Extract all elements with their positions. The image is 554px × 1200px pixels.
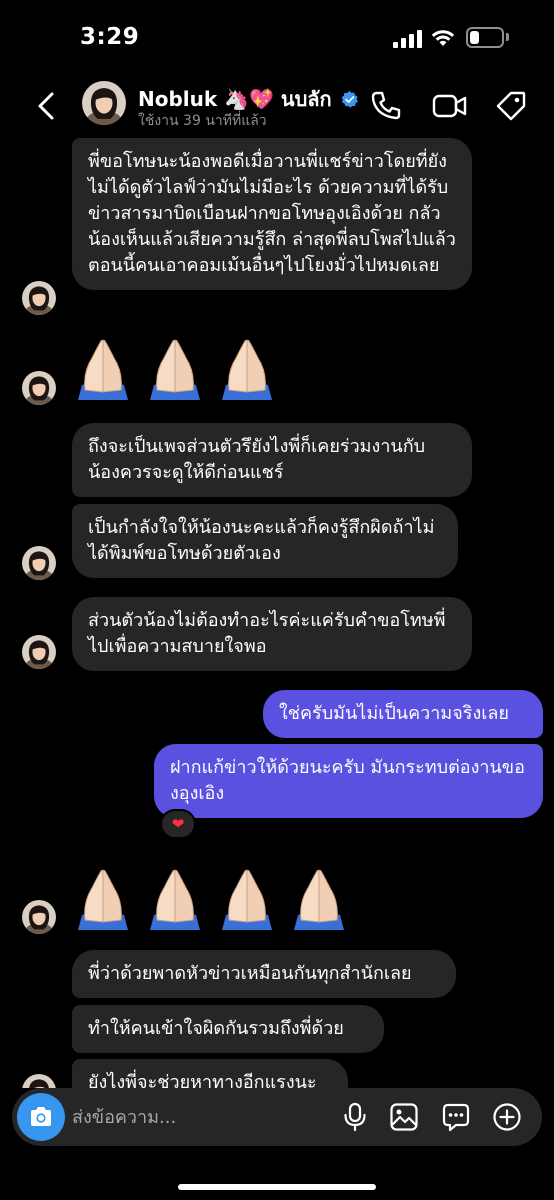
camera-icon: [31, 1107, 51, 1126]
incoming-message[interactable]: ยังไงพี่จะช่วยหาทางอีกแรงนะ: [72, 1059, 348, 1088]
header-avatar[interactable]: [82, 81, 126, 125]
message-composer: [12, 1088, 542, 1146]
home-indicator[interactable]: [178, 1184, 376, 1190]
phone-icon[interactable]: [369, 89, 403, 123]
status-time: 3:29: [80, 24, 140, 50]
add-icon[interactable]: [492, 1102, 522, 1132]
emoji-message[interactable]: [72, 868, 350, 930]
emoji-message[interactable]: [72, 338, 278, 400]
incoming-message[interactable]: ถึงจะเป็นเพจส่วนตัวรึยังไงพี่ก็เคยร่วมงา…: [72, 423, 472, 497]
sender-avatar[interactable]: [22, 1074, 56, 1088]
outgoing-message[interactable]: ฝากแก้ข่าวให้ด้วยนะครับ มันกระทบต่องานขอ…: [154, 744, 543, 818]
folded-hands-emoji-icon: [78, 339, 128, 400]
sender-avatar[interactable]: [22, 281, 56, 315]
folded-hands-emoji-icon: [294, 869, 344, 930]
back-arrow-icon[interactable]: [34, 90, 60, 122]
tag-icon[interactable]: [494, 89, 528, 123]
incoming-message[interactable]: พี่ว่าด้วยพาดหัวข่าวเหมือนกันทุกสำนักเลย: [72, 950, 456, 998]
folded-hands-emoji-icon: [150, 339, 200, 400]
sticker-icon[interactable]: [441, 1102, 471, 1132]
verified-badge-icon: [341, 91, 358, 108]
sender-avatar[interactable]: [22, 900, 56, 934]
contact-name-text: Nobluk 🦄💖 นบลัก: [138, 87, 332, 111]
sender-avatar[interactable]: [22, 635, 56, 669]
status-bar: 3:29: [0, 0, 554, 76]
incoming-message[interactable]: เป็นกำลังใจให้น้องนะคะแล้วก็คงรู้สึกผิดถ…: [72, 504, 458, 578]
message-thread[interactable]: พี่ขอโทษนะน้องพอดีเมื่อวานพี่แชร์ข่าวโดย…: [0, 138, 554, 1088]
battery-cap: [506, 33, 509, 41]
battery-icon: [466, 27, 504, 48]
folded-hands-emoji-icon: [222, 339, 272, 400]
incoming-message[interactable]: ทำให้คนเข้าใจผิดกันรวมถึงพี่ด้วย: [72, 1005, 384, 1053]
folded-hands-emoji-icon: [150, 869, 200, 930]
folded-hands-emoji-icon: [78, 869, 128, 930]
incoming-message[interactable]: ส่วนตัวน้องไม่ต้องทำอะไรค่ะแค่รับคำขอโทษ…: [72, 597, 472, 671]
sender-avatar[interactable]: [22, 546, 56, 580]
microphone-icon[interactable]: [340, 1102, 370, 1132]
outgoing-message[interactable]: ใช่ครับมันไม่เป็นความจริงเลย: [263, 690, 543, 738]
message-input[interactable]: [72, 1104, 322, 1130]
video-camera-icon[interactable]: [432, 89, 468, 123]
sender-avatar[interactable]: [22, 371, 56, 405]
heart-reaction[interactable]: ❤: [160, 809, 196, 839]
wifi-icon: [431, 30, 455, 46]
gallery-icon[interactable]: [389, 1102, 419, 1132]
cellular-signal-icon: [393, 30, 422, 48]
folded-hands-emoji-icon: [222, 869, 272, 930]
camera-button[interactable]: [17, 1093, 65, 1141]
active-status: ใช้งาน 39 นาทีที่แล้ว: [138, 113, 267, 129]
incoming-message[interactable]: พี่ขอโทษนะน้องพอดีเมื่อวานพี่แชร์ข่าวโดย…: [72, 138, 472, 290]
chat-header: Nobluk 🦄💖 นบลัก ใช้งาน 39 นาทีที่แล้ว: [0, 76, 554, 138]
